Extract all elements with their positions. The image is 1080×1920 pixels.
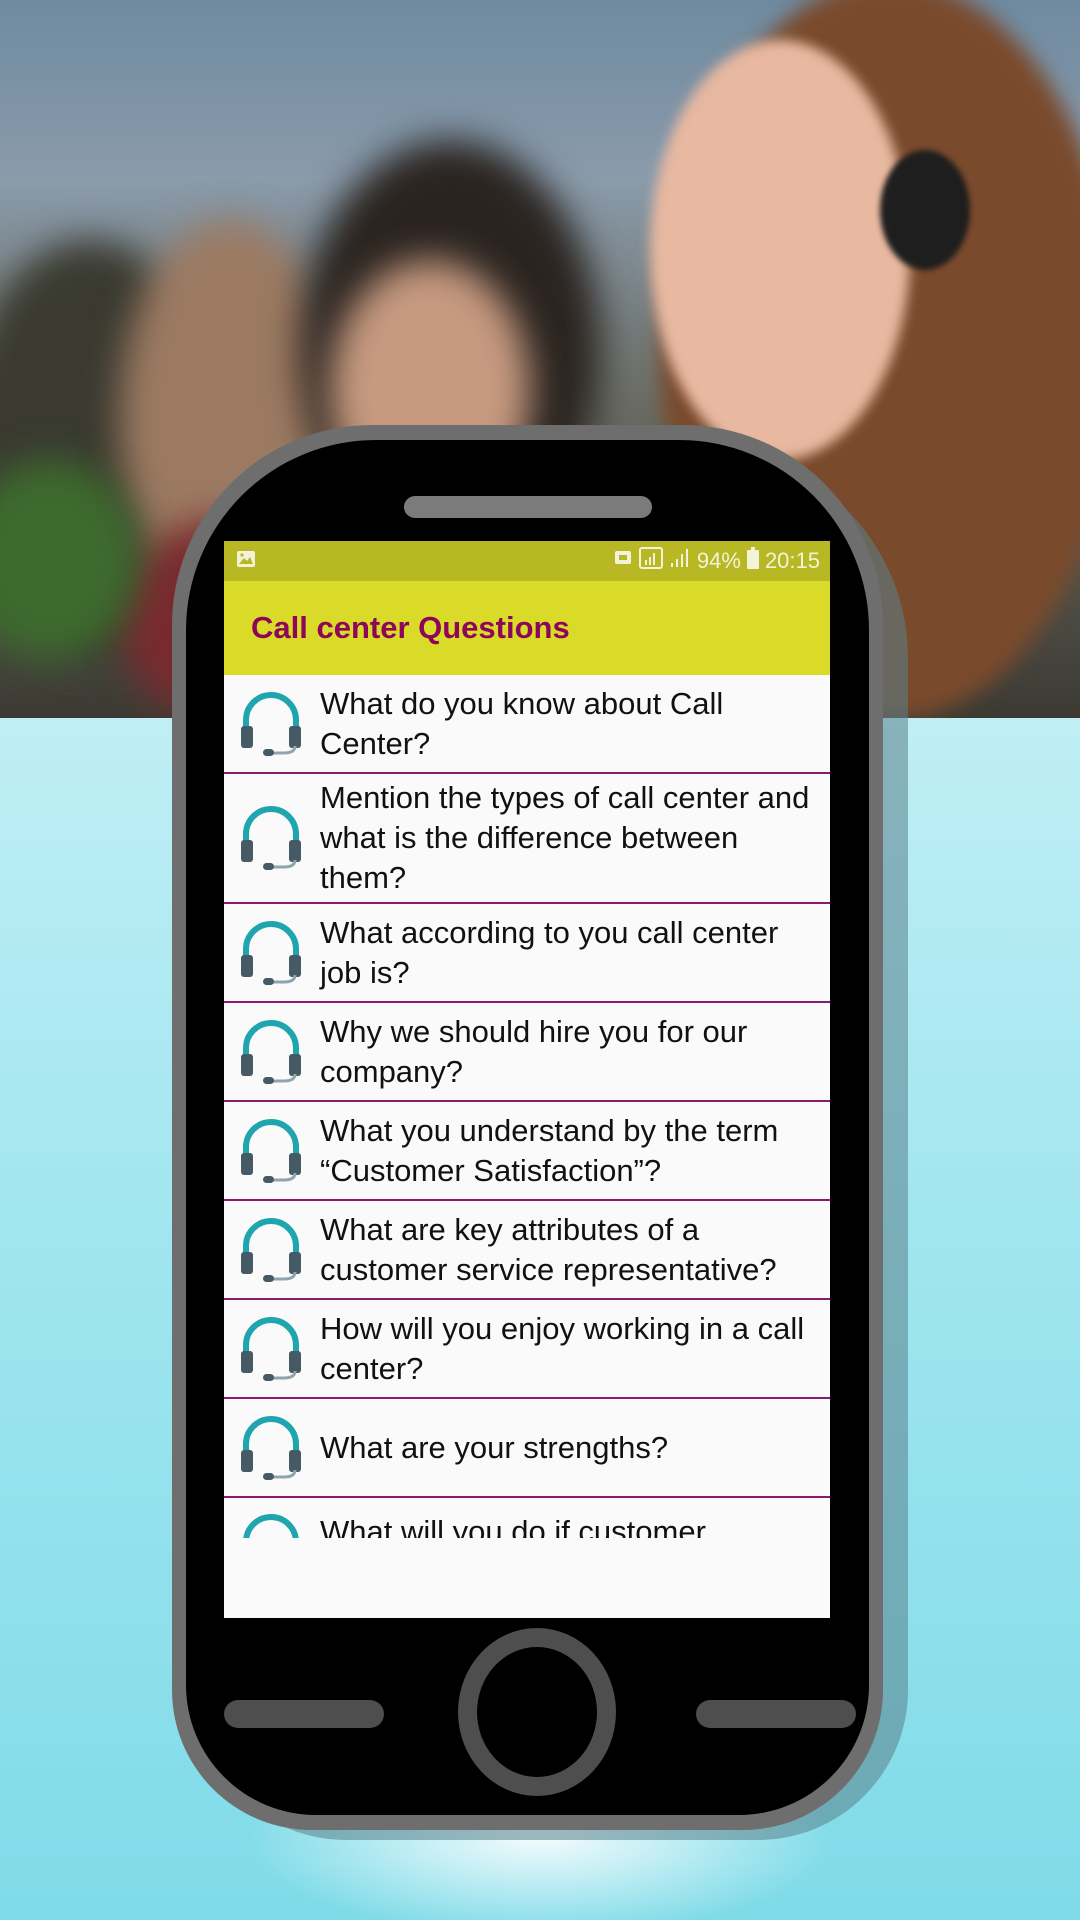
list-item[interactable]: What according to you call center job is… bbox=[224, 904, 830, 1003]
headset-icon bbox=[238, 1315, 304, 1383]
image-notification-icon bbox=[236, 548, 256, 574]
headset-icon bbox=[238, 919, 304, 987]
headset-icon bbox=[238, 1512, 304, 1538]
list-item[interactable]: Mention the types of call center and wha… bbox=[224, 774, 830, 904]
signal-box-icon bbox=[638, 547, 663, 575]
message-icon bbox=[613, 548, 633, 574]
signal-bars-icon bbox=[669, 547, 691, 575]
list-item[interactable]: What do you know about Call Center? bbox=[224, 675, 830, 774]
status-icons: 94% 20:15 bbox=[613, 547, 820, 575]
question-text: What do you know about Call Center? bbox=[320, 685, 724, 761]
list-item[interactable]: What you understand by the term “Custome… bbox=[224, 1102, 830, 1201]
headset-icon bbox=[238, 804, 304, 872]
battery-percent: 94% bbox=[696, 548, 741, 573]
photo-headset bbox=[880, 150, 970, 270]
status-bar: 94% 20:15 bbox=[224, 541, 830, 581]
photo-face bbox=[650, 40, 910, 460]
phone-back-button bbox=[224, 1700, 384, 1728]
list-item[interactable]: What will you do if customer bbox=[224, 1498, 830, 1538]
question-text: What are key attributes of a customer se… bbox=[320, 1211, 777, 1287]
phone-screen: 94% 20:15 Call center Questions What do … bbox=[224, 541, 830, 1618]
headset-icon bbox=[238, 690, 304, 758]
headset-icon bbox=[238, 1117, 304, 1185]
headset-icon bbox=[238, 1414, 304, 1482]
phone-menu-button bbox=[696, 1700, 856, 1728]
question-text: What according to you call center job is… bbox=[320, 914, 779, 990]
headset-icon bbox=[238, 1018, 304, 1086]
headset-icon bbox=[238, 1216, 304, 1284]
question-text: How will you enjoy working in a call cen… bbox=[320, 1310, 805, 1386]
list-item[interactable]: How will you enjoy working in a call cen… bbox=[224, 1300, 830, 1399]
questions-list[interactable]: What do you know about Call Center? Ment… bbox=[224, 675, 830, 1618]
phone-home-button bbox=[458, 1628, 616, 1796]
page-title: Call center Questions bbox=[251, 610, 570, 645]
clock: 20:15 bbox=[764, 548, 820, 573]
question-text: Why we should hire you for our company? bbox=[320, 1013, 748, 1089]
questions-list-viewport: What do you know about Call Center? Ment… bbox=[224, 675, 830, 1538]
question-text: What are your strengths? bbox=[320, 1429, 669, 1465]
list-item[interactable]: What are your strengths? bbox=[224, 1399, 830, 1498]
phone-speaker bbox=[404, 496, 652, 518]
question-text: What you understand by the term “Custome… bbox=[320, 1112, 779, 1188]
list-item[interactable]: Why we should hire you for our company? bbox=[224, 1003, 830, 1102]
question-text: What will you do if customer bbox=[320, 1514, 706, 1538]
battery-icon bbox=[746, 547, 759, 575]
list-item[interactable]: What are key attributes of a customer se… bbox=[224, 1201, 830, 1300]
app-toolbar: Call center Questions bbox=[224, 581, 830, 675]
question-text: Mention the types of call center and wha… bbox=[320, 780, 810, 895]
